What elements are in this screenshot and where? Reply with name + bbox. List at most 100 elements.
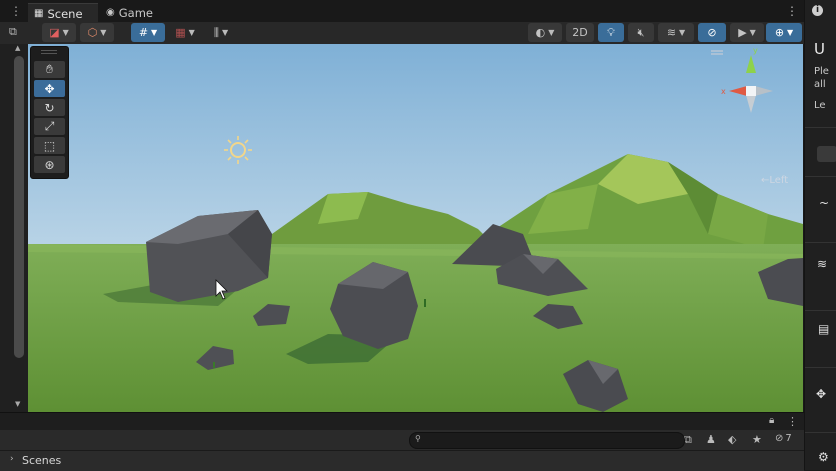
tab-game-label: Game: [118, 5, 153, 20]
tab-scene[interactable]: ▦ Scene: [28, 3, 98, 23]
move-icon: ✥: [44, 81, 55, 96]
inspector-title: U: [814, 40, 825, 58]
toggle-2d-label: 2D: [572, 26, 588, 39]
grid-snap-button[interactable]: # ▼: [131, 23, 165, 42]
wave-icon: ~: [819, 196, 830, 210]
rotate-tool[interactable]: ↻: [34, 99, 65, 116]
inspector-text-3: Le: [814, 100, 826, 111]
inspector-divider: [805, 127, 836, 128]
layers-stack-icon: ≋: [817, 257, 828, 271]
scroll-up-icon[interactable]: ▲: [15, 44, 20, 52]
vertical-scrollbar[interactable]: [14, 56, 24, 358]
search-options-icon[interactable]: ⧉: [684, 433, 692, 447]
gizmos-button[interactable]: ⊕ ▼: [766, 23, 802, 42]
svg-text:y: y: [753, 46, 758, 55]
shading-button[interactable]: ⬡ ▼: [80, 23, 114, 42]
inspector-divider: [805, 367, 836, 368]
panel-menu-icon[interactable]: ⋮: [786, 4, 798, 18]
filter-type-icon[interactable]: ♟: [706, 433, 716, 446]
star-icon[interactable]: ★: [752, 433, 762, 446]
render-circle-icon: ◐: [535, 26, 546, 39]
lock-icon[interactable]: 🔒︎: [769, 415, 774, 426]
draw-mode-button[interactable]: ◪ ▼: [42, 23, 76, 42]
clipboard-icon: ▤: [818, 322, 830, 336]
info-icon[interactable]: i: [812, 5, 823, 16]
hierarchy-header: 🔒︎ ⋮: [0, 412, 804, 431]
tag-icon[interactable]: ⬖: [728, 433, 736, 446]
hidden-objects-toggle[interactable]: ⊘ 7: [775, 433, 792, 444]
chevron-down-icon: ▼: [151, 28, 158, 37]
inspector-divider: [805, 310, 836, 311]
hand-tool[interactable]: ✋︎: [34, 61, 65, 78]
chevron-down-icon: ▼: [679, 28, 686, 37]
rect-tool-icon: ⬚: [43, 138, 56, 153]
inspector-divider: [805, 432, 836, 433]
inspector-panel-edge: i U Ple all Le ~ ≋ ▤ ✥ ⚙: [804, 0, 836, 470]
camera-button[interactable]: ▶ ▼: [730, 23, 764, 42]
inspector-button-fragment[interactable]: [817, 146, 836, 162]
scene-visibility-toggle[interactable]: ⊘: [698, 23, 726, 42]
eye-slash-icon: ⊘: [775, 433, 784, 444]
lighting-toggle[interactable]: 💡︎: [598, 23, 624, 42]
globe-icon: ⊕: [774, 26, 785, 39]
audio-toggle[interactable]: 🔇︎: [628, 23, 654, 42]
layers-icon: ≋: [666, 26, 677, 39]
camera-icon: ▶: [738, 26, 747, 39]
toggle-2d-button[interactable]: 2D: [566, 23, 594, 42]
cube-icon: ⬡: [87, 26, 98, 39]
move-arrows-icon: ✥: [816, 387, 827, 401]
chevron-down-icon: ▼: [62, 28, 69, 37]
chevron-right-icon[interactable]: ›: [10, 454, 14, 464]
inspector-text-2: all: [814, 79, 826, 90]
increment-button[interactable]: ⫼ ▼: [204, 23, 238, 42]
scene-render: y x: [28, 44, 803, 412]
rotate-icon: ↻: [44, 100, 55, 115]
gizmo-view-label[interactable]: ←Left: [761, 175, 788, 186]
scene-viewport[interactable]: y x ←Left: [28, 44, 803, 412]
palette-drag-handle[interactable]: [41, 50, 57, 54]
render-mode-button[interactable]: ◐ ▼: [528, 23, 562, 42]
hand-icon: ✋︎: [46, 62, 53, 76]
search-input[interactable]: ⚲: [409, 432, 685, 449]
svg-text:x: x: [721, 87, 726, 96]
overlay-toggle-icon[interactable]: ⧉: [9, 25, 17, 39]
kebab-menu-icon[interactable]: ⋮: [787, 415, 798, 428]
settings-fragment-icon: ⚙: [818, 450, 829, 464]
game-controller-icon: ◉: [106, 7, 115, 18]
scenes-label: Scenes: [22, 454, 62, 467]
grid-icon: #: [138, 26, 149, 39]
scene-grid-icon: ▦: [34, 8, 44, 19]
snap-increment-button[interactable]: ▦ ▼: [168, 23, 202, 42]
scene-toolbar: ⧉ ◪ ▼ ⬡ ▼ # ▼ ▦ ▼ ⫼ ▼ ◐ ▼ 2D 💡︎ 🔇︎ ≋ ▼ ⊘ ▶ ▼ ⊕ ▼: [0, 22, 804, 45]
tool-palette: ✋︎ ✥ ↻ ⤢ ⬚ ⊛: [30, 46, 69, 179]
chevron-down-icon: ▼: [787, 28, 794, 37]
scale-tool[interactable]: ⤢: [34, 118, 65, 135]
ruler-icon: ⫼: [213, 25, 219, 39]
scale-icon: ⤢: [44, 119, 55, 133]
kebab-menu-icon[interactable]: ⋮: [10, 4, 22, 18]
audio-mute-icon: 🔇︎: [637, 25, 645, 39]
tab-game[interactable]: ◉ Game: [100, 3, 170, 22]
inspector-divider: [805, 242, 836, 243]
move-tool[interactable]: ✥: [34, 80, 65, 97]
scroll-down-icon[interactable]: ▼: [15, 400, 20, 408]
chevron-down-icon: ▼: [100, 28, 107, 37]
tab-bar: ⋮ ▦ Scene ◉ Game ⋮: [0, 0, 804, 23]
scenes-row[interactable]: › Scenes: [0, 450, 804, 471]
chevron-down-icon: ▼: [221, 28, 229, 37]
inspector-text-1: Ple: [814, 66, 829, 77]
hidden-count: 7: [785, 433, 792, 444]
snap-grid-icon: ▦: [175, 26, 186, 39]
draw-mode-icon: ◪: [49, 26, 60, 39]
chevron-down-icon: ▼: [749, 28, 756, 37]
eye-slash-icon: ⊘: [707, 26, 717, 39]
effects-button[interactable]: ≋ ▼: [658, 23, 694, 42]
lightbulb-icon: 💡︎: [607, 25, 615, 39]
search-icon: ⚲: [415, 434, 421, 443]
tab-scene-label: Scene: [47, 6, 83, 21]
chevron-down-icon: ▼: [548, 28, 555, 37]
transform-icon: ⊛: [44, 157, 55, 172]
rect-tool[interactable]: ⬚: [34, 137, 65, 154]
chevron-down-icon: ▼: [188, 28, 195, 37]
transform-tool[interactable]: ⊛: [34, 156, 65, 173]
